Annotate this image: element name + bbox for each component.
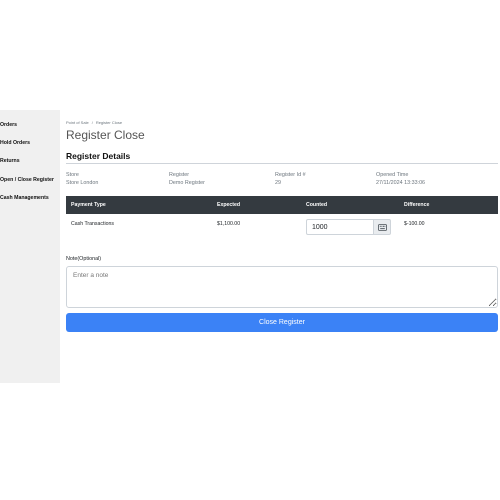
breadcrumb-separator: /: [91, 120, 93, 125]
sidebar-item-cash-managements[interactable]: Cash Managements: [0, 195, 60, 201]
cell-payment-type: Cash Transactions: [71, 221, 114, 227]
table-row: Cash Transactions $1,100.00 $-100.00: [66, 214, 498, 242]
table-header: Payment Type Expected Counted Difference: [66, 196, 498, 214]
sidebar-item-hold-orders[interactable]: Hold Orders: [0, 140, 60, 146]
cell-expected: $1,100.00: [217, 221, 241, 227]
detail-value: 27/11/2024 13:33:06: [376, 180, 426, 186]
column-header-difference: Difference: [404, 202, 430, 208]
page-title: Register Close: [66, 128, 145, 142]
close-register-button[interactable]: Close Register: [66, 313, 498, 332]
breadcrumb-item-point-of-sale[interactable]: Point of Sale: [66, 120, 89, 125]
counted-input[interactable]: [306, 219, 374, 235]
detail-label: Opened Time: [376, 172, 409, 178]
detail-label: Store: [66, 172, 79, 178]
detail-opened-time: Opened Time 27/11/2024 13:33:06: [376, 172, 425, 186]
detail-label: Register: [169, 172, 190, 178]
sidebar-item-returns[interactable]: Returns: [0, 158, 60, 164]
detail-register: Register Demo Register: [169, 172, 205, 186]
keyboard-button[interactable]: [373, 219, 391, 235]
detail-value: Store London: [66, 180, 99, 186]
section-title: Register Details: [66, 151, 131, 161]
sidebar-item-orders[interactable]: Orders: [0, 122, 60, 128]
note-textarea[interactable]: [66, 266, 498, 308]
note-label: Note(Optional): [66, 256, 102, 262]
breadcrumb: Point of Sale / Register Close: [66, 120, 122, 125]
detail-store: Store Store London: [66, 172, 98, 186]
sidebar-item-open-close-register[interactable]: Open / Close Register: [0, 177, 60, 183]
detail-value: Demo Register: [169, 180, 205, 186]
section-divider: [66, 163, 498, 164]
breadcrumb-item-register-close: Register Close: [95, 120, 123, 125]
column-header-payment-type: Payment Type: [71, 202, 106, 208]
detail-value: 29: [275, 180, 281, 186]
keyboard-icon: [378, 224, 387, 231]
detail-register-id: Register Id # 29: [275, 172, 306, 186]
detail-label: Register Id #: [275, 172, 306, 178]
sidebar: Orders Hold Orders Returns Open / Close …: [0, 110, 60, 383]
column-header-expected: Expected: [217, 202, 241, 208]
column-header-counted: Counted: [306, 202, 328, 208]
cell-difference: $-100.00: [404, 221, 425, 227]
